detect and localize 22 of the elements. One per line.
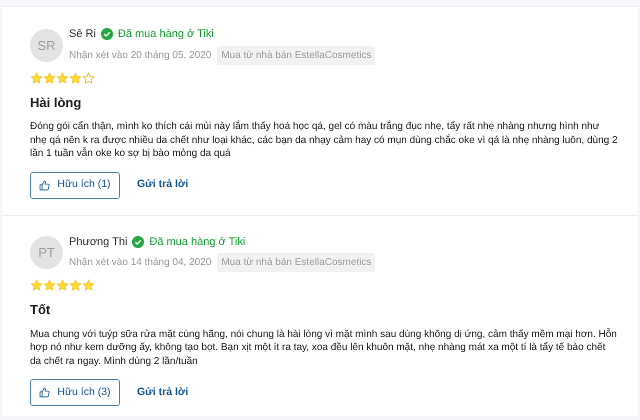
avatar: SR: [30, 28, 63, 62]
purchase-label: Đã mua hàng ở Tiki: [149, 234, 246, 250]
review-title: Tốt: [30, 301, 52, 319]
helpful-button[interactable]: Hữu ích (3): [30, 379, 120, 406]
reply-link[interactable]: Gửi trả lời: [137, 177, 188, 193]
thumbs-up-icon: [39, 387, 50, 398]
review-text: Đóng gói cẩn thận, mình ko thích cái mùi này lắm thấy hoá học qá, gel có màu trắng đục nhẹ, tẩy rất nhẹ nhàng nhưng hình như nhẹ qá nên k ra được nhiều da chết như loại khác, các bạn da nhạy cảm hay có mụn dùng chắc oke vì qá là nhẹ nhàng luôn, dùng 2 lần 1 tuần vẫn oke ko sợ bị bào mỏng da quá: [30, 120, 618, 160]
reviewer-name: Phương Thi: [69, 234, 128, 250]
seller-tag: Mua từ nhà bán EstellaCosmetics: [217, 253, 376, 272]
purchase-label: Đã mua hàng ở Tiki: [118, 27, 214, 42]
avatar: PT: [30, 236, 63, 270]
review-date: Nhận xét vào 20 tháng 05, 2020: [69, 48, 212, 62]
review-text: Mua chung với tuýp sữa rửa mặt cùng hãng, nói chung là hài lòng vì mặt mình sau dùng không dị ứng, cảm thấy mềm mại hơn. Hỗn hợp nó như kem dưỡng ấy, không tạo bọt. Bạn xịt một ít ra tay, xoa đều lên khuôn mặt, nhẹ nhàng mát xa một tí là tẩy tế bào chết da chết ra ngay. Mình dùng 2 lần/tuần: [30, 328, 618, 368]
verified-check-icon: [100, 28, 113, 40]
review-date: Nhận xét vào 14 tháng 04, 2020: [69, 256, 212, 270]
reply-link[interactable]: Gửi trả lời: [137, 384, 188, 400]
thumbs-up-icon: [39, 180, 50, 190]
review-title: Hài lòng: [30, 94, 82, 112]
helpful-button[interactable]: Hữu ích (1): [30, 172, 120, 198]
reviewer-name: Sê Ri: [69, 27, 96, 42]
seller-tag: Mua từ nhà bán EstellaCosmetics: [217, 46, 376, 64]
verified-check-icon: [132, 236, 144, 248]
